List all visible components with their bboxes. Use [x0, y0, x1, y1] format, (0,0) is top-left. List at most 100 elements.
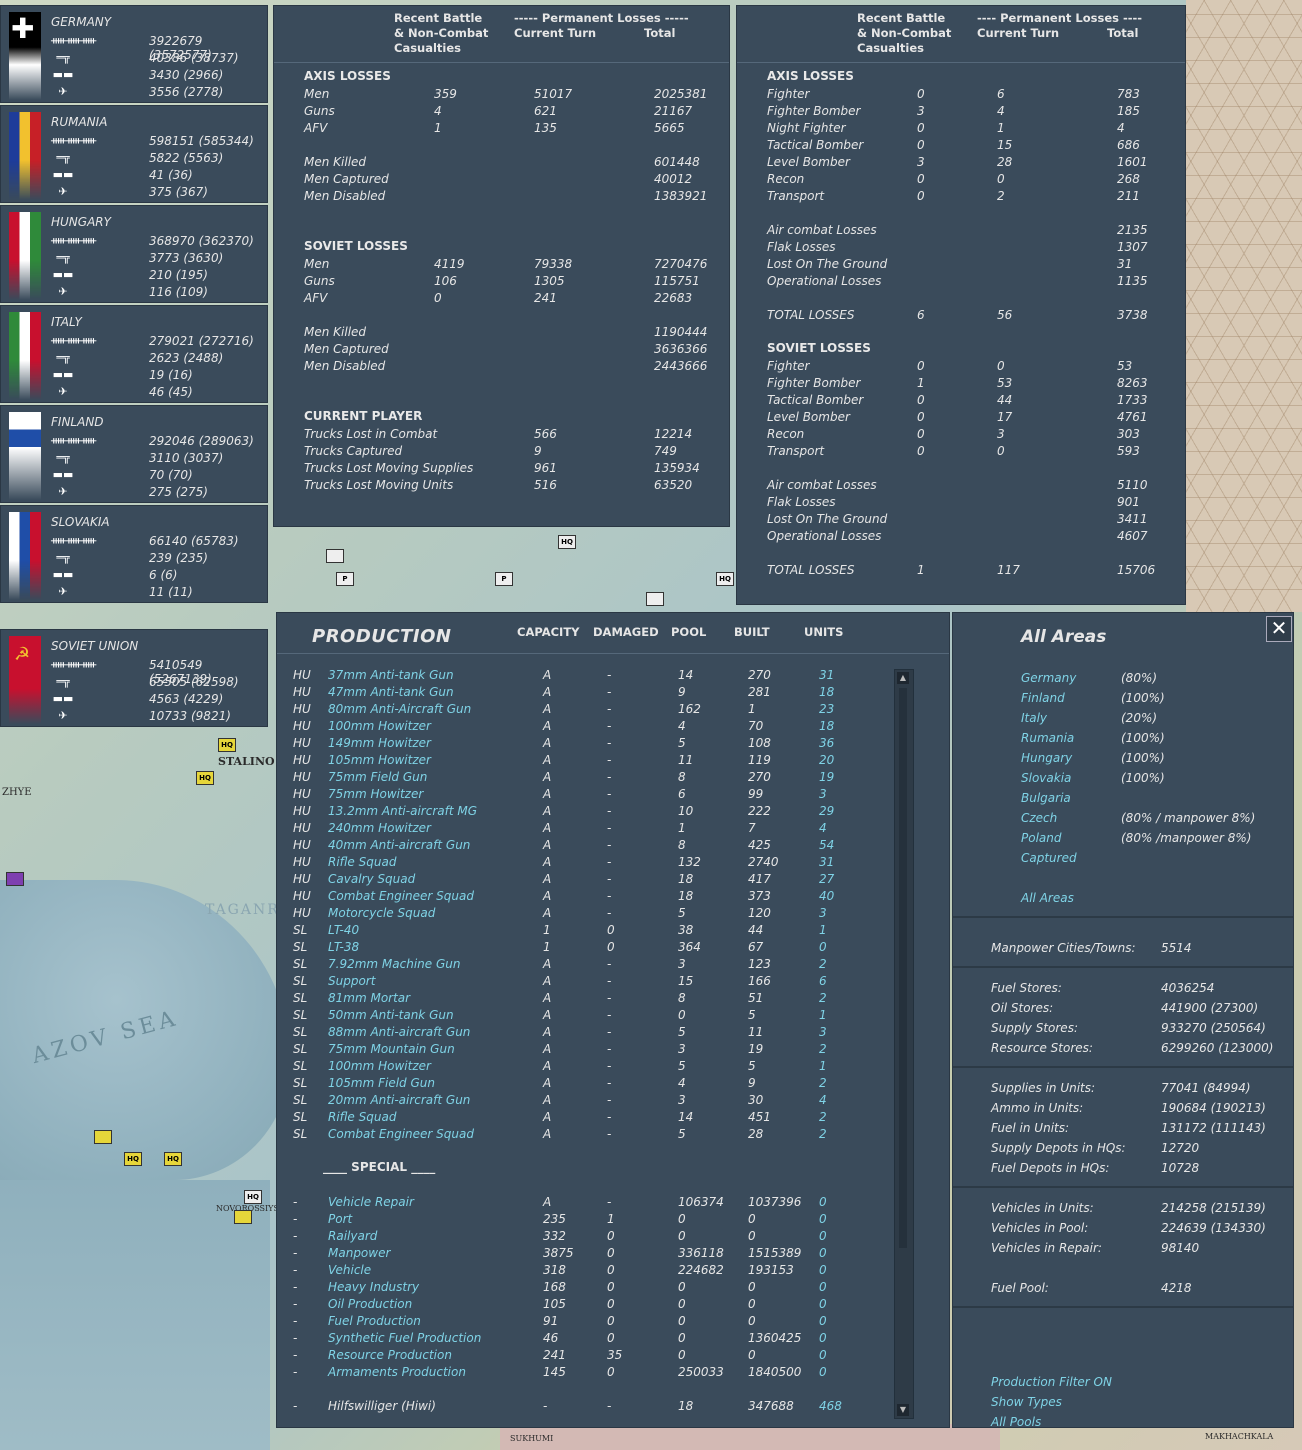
prod-item-name[interactable]: 50mm Anti-tank Gun	[328, 1008, 454, 1022]
area-filter-link[interactable]: Germany	[1021, 671, 1076, 685]
production-row[interactable]: HU 240mm Howitzer A - 1 7 4	[277, 821, 897, 838]
production-row[interactable]: SL Support A - 15 166 6	[277, 974, 897, 991]
area-filter-link[interactable]: Poland	[1021, 831, 1062, 845]
prod-item-name[interactable]: 105mm Howitzer	[328, 753, 431, 767]
prod-item-name[interactable]: 37mm Anti-tank Gun	[328, 668, 454, 682]
production-row[interactable]: SL 100mm Howitzer A - 5 5 1	[277, 1059, 897, 1076]
production-row[interactable]: SL LT-38 1 0 364 67 0	[277, 940, 897, 957]
special-row[interactable]: - Synthetic Fuel Production 46 0 0 1360425 0	[277, 1331, 897, 1348]
unit-counter[interactable]: HQ	[558, 535, 576, 549]
production-row[interactable]: SL LT-40 1 0 38 44 1	[277, 923, 897, 940]
production-row[interactable]: SL 81mm Mortar A - 8 51 2	[277, 991, 897, 1008]
nation-card[interactable]: ITALY ᚔᚔᚔ 279021 (272716) ═╦ 2623 (2488) ▬▬ 19…	[0, 305, 268, 403]
prod-item-name[interactable]: Port	[328, 1212, 352, 1226]
special-row[interactable]: - Fuel Production 91 0 0 0 0	[277, 1314, 897, 1331]
prod-item-name[interactable]: 40mm Anti-aircraft Gun	[328, 838, 470, 852]
all-pools-link[interactable]: All Pools	[991, 1415, 1041, 1427]
production-row[interactable]: HU 47mm Anti-tank Gun A - 9 281 18	[277, 685, 897, 702]
production-row[interactable]: HU Combat Engineer Squad A - 18 373 40	[277, 889, 897, 906]
prod-item-name[interactable]: 100mm Howitzer	[328, 719, 431, 733]
area-filter-link[interactable]: Captured	[1021, 851, 1077, 865]
special-row[interactable]: - Heavy Industry 168 0 0 0 0	[277, 1280, 897, 1297]
unit-counter-infantry[interactable]	[646, 592, 664, 606]
prod-item-name[interactable]: 47mm Anti-tank Gun	[328, 685, 454, 699]
production-row[interactable]: SL Rifle Squad A - 14 451 2	[277, 1110, 897, 1127]
nation-card[interactable]: FINLAND ᚔᚔᚔ 292046 (289063) ═╦ 3110 (3037) ▬▬…	[0, 405, 268, 503]
prod-item-name[interactable]: Support	[328, 974, 375, 988]
prod-item-name[interactable]: LT-40	[328, 923, 359, 937]
area-filter-link[interactable]: Italy	[1021, 711, 1047, 725]
production-row[interactable]: HU Motorcycle Squad A - 5 120 3	[277, 906, 897, 923]
all-areas-link[interactable]: All Areas	[1021, 891, 1074, 905]
prod-item-name[interactable]: 75mm Field Gun	[328, 770, 427, 784]
area-filter-link[interactable]: Slovakia	[1021, 771, 1071, 785]
production-row[interactable]: HU 80mm Anti-Aircraft Gun A - 162 1 23	[277, 702, 897, 719]
unit-counter[interactable]: HQ	[716, 572, 734, 586]
scroll-up-arrow-icon[interactable]: ▲	[897, 672, 909, 684]
col-capacity[interactable]: CAPACITY	[517, 625, 580, 639]
nation-card[interactable]: RUMANIA ᚔᚔᚔ 598151 (585344) ═╦ 5822 (5563) ▬▬…	[0, 105, 268, 203]
col-pool[interactable]: POOL	[671, 625, 706, 639]
production-row[interactable]: HU 37mm Anti-tank Gun A - 14 270 31	[277, 668, 897, 685]
prod-item-name[interactable]: 240mm Howitzer	[328, 821, 431, 835]
scroll-down-arrow-icon[interactable]: ▼	[897, 1404, 909, 1416]
nation-card[interactable]: SLOVAKIA ᚔᚔᚔ 66140 (65783) ═╦ 239 (235) ▬▬ 6 (…	[0, 505, 268, 603]
special-row[interactable]: - Port 235 1 0 0 0	[277, 1212, 897, 1229]
production-row[interactable]: HU 75mm Field Gun A - 8 270 19	[277, 770, 897, 787]
prod-item-name[interactable]: 80mm Anti-Aircraft Gun	[328, 702, 471, 716]
production-row[interactable]: SL 50mm Anti-tank Gun A - 0 5 1	[277, 1008, 897, 1025]
special-row[interactable]: - Resource Production 241 35 0 0 0	[277, 1348, 897, 1365]
prod-item-name[interactable]: Resource Production	[328, 1348, 452, 1362]
production-row[interactable]: HU 13.2mm Anti-aircraft MG A - 10 222 29	[277, 804, 897, 821]
prod-item-name[interactable]: 149mm Howitzer	[328, 736, 431, 750]
prod-item-name[interactable]: 13.2mm Anti-aircraft MG	[328, 804, 477, 818]
production-row[interactable]: HU 105mm Howitzer A - 11 119 20	[277, 753, 897, 770]
production-row[interactable]: HU 75mm Howitzer A - 6 99 3	[277, 787, 897, 804]
prod-item-name[interactable]: 100mm Howitzer	[328, 1059, 431, 1073]
special-row[interactable]: - Armaments Production 145 0 250033 1840500 0	[277, 1365, 897, 1382]
special-row[interactable]: - Vehicle Repair A - 106374 1037396 0	[277, 1195, 897, 1212]
unit-counter[interactable]: HQ	[164, 1152, 182, 1166]
production-row[interactable]: HU 100mm Howitzer A - 4 70 18	[277, 719, 897, 736]
production-filter-link[interactable]: Production Filter ON	[991, 1375, 1112, 1389]
production-row[interactable]: SL 105mm Field Gun A - 4 9 2	[277, 1076, 897, 1093]
prod-item-name[interactable]: Motorcycle Squad	[328, 906, 435, 920]
production-row[interactable]: SL 20mm Anti-aircraft Gun A - 3 30 4	[277, 1093, 897, 1110]
col-units[interactable]: UNITS	[804, 625, 843, 639]
prod-item-name[interactable]: Combat Engineer Squad	[328, 1127, 474, 1141]
special-row[interactable]: - Manpower 3875 0 336118 1515389 0	[277, 1246, 897, 1263]
production-row[interactable]: SL 7.92mm Machine Gun A - 3 123 2	[277, 957, 897, 974]
unit-counter[interactable]: HQ	[124, 1152, 142, 1166]
prod-item-name[interactable]: Vehicle	[328, 1263, 371, 1277]
production-scrollbar[interactable]: ▲ ▼	[894, 669, 914, 1419]
prod-item-name[interactable]: Rifle Squad	[328, 855, 396, 869]
production-row[interactable]: SL 88mm Anti-aircraft Gun A - 5 11 3	[277, 1025, 897, 1042]
prod-item-name[interactable]: 75mm Mountain Gun	[328, 1042, 455, 1056]
unit-counter-infantry[interactable]	[326, 549, 344, 563]
special-row[interactable]: - Oil Production 105 0 0 0 0	[277, 1297, 897, 1314]
prod-item-name[interactable]: Combat Engineer Squad	[328, 889, 474, 903]
unit-counter-supply[interactable]	[94, 1130, 112, 1144]
prod-item-name[interactable]: 20mm Anti-aircraft Gun	[328, 1093, 470, 1107]
nation-card[interactable]: ✚ GERMANY ᚔᚔᚔ 3922679 (3572577) ═╦ 40386 (387…	[0, 5, 268, 103]
prod-item-name[interactable]: 88mm Anti-aircraft Gun	[328, 1025, 470, 1039]
prod-item-name[interactable]: LT-38	[328, 940, 359, 954]
col-built[interactable]: BUILT	[734, 625, 770, 639]
production-row[interactable]: HU Cavalry Squad A - 18 417 27	[277, 872, 897, 889]
unit-counter[interactable]: P	[495, 572, 513, 586]
prod-item-name[interactable]: 75mm Howitzer	[328, 787, 423, 801]
col-damaged[interactable]: DAMAGED	[593, 625, 659, 639]
area-filter-link[interactable]: Rumania	[1021, 731, 1074, 745]
prod-item-name[interactable]: Manpower	[328, 1246, 390, 1260]
unit-counter[interactable]: HQ	[218, 738, 236, 752]
nation-card[interactable]: ☭ SOVIET UNION ᚔᚔᚔ 5410549 (5267139) ═╦ 65505…	[0, 629, 268, 727]
production-row[interactable]: SL 75mm Mountain Gun A - 3 19 2	[277, 1042, 897, 1059]
hiwi-row[interactable]: - Hilfswilliger (Hiwi) - - 18 347688 468	[277, 1399, 897, 1416]
show-types-link[interactable]: Show Types	[991, 1395, 1062, 1409]
area-filter-link[interactable]: Finland	[1021, 691, 1065, 705]
nation-card[interactable]: HUNGARY ᚔᚔᚔ 368970 (362370) ═╦ 3773 (3630) ▬▬…	[0, 205, 268, 303]
close-button[interactable]: ✕	[1266, 616, 1292, 642]
production-row[interactable]: SL Combat Engineer Squad A - 5 28 2	[277, 1127, 897, 1144]
special-row[interactable]: - Vehicle 318 0 224682 193153 0	[277, 1263, 897, 1280]
prod-item-name[interactable]: 7.92mm Machine Gun	[328, 957, 460, 971]
